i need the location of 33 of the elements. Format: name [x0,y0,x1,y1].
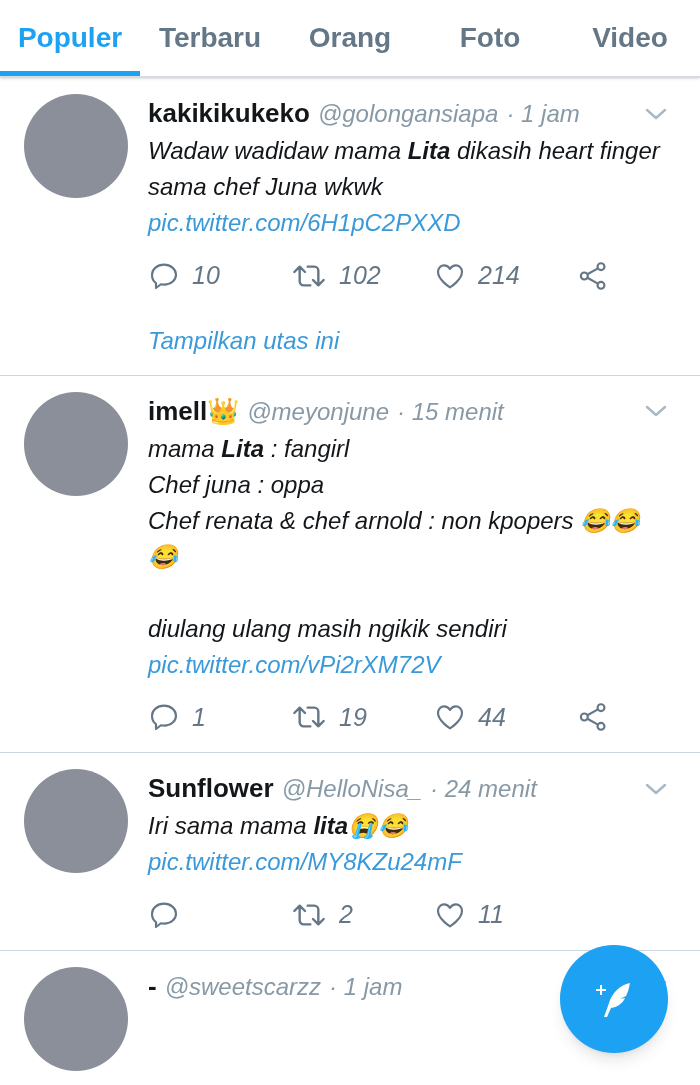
show-thread-link[interactable]: Tampilkan utas ini [148,322,668,359]
user-name[interactable]: - [148,966,157,1006]
user-name[interactable]: kakikikukeko [148,94,310,133]
tab[interactable]: Populer [0,0,140,76]
like-count: 44 [478,701,506,733]
user-handle[interactable]: @sweetscarzz [164,968,322,1005]
timestamp: · 1 jam [506,99,580,129]
like-count: 11 [478,899,504,930]
user-handle[interactable]: @meyonjune [247,393,390,430]
timestamp: · 1 jam [329,971,403,1002]
like-count: 214 [478,260,520,291]
retweet-count: 19 [339,701,367,733]
tweet-text: mama Lita : fangirl Chef juna : oppa Chef renata & chef arnold : non kpopers 😂😂😂 [148,433,642,572]
reply-count: 1 [192,701,206,733]
user-handle[interactable]: @golongansiapa [317,96,499,132]
timestamp: · 24 menit [430,774,537,804]
tab[interactable]: Foto [420,0,560,76]
tab[interactable]: Orang [280,0,420,76]
link[interactable]: pic.twitter.com/6H1pC2PXXD [148,209,461,236]
tab[interactable]: Terbaru [140,0,280,76]
tweet-text: diulang ulang masih ngikik sendiri pic.twitter.com/vPi2rXM72V [148,613,509,680]
retweet-count: 102 [339,260,381,291]
user-name[interactable]: Sunflower [148,769,274,808]
user-name[interactable]: imell👑 [148,391,240,431]
tab[interactable]: Video [560,0,700,76]
retweet-count: 2 [339,899,353,930]
tweet-text: Wadaw wadidaw mama Lita dikasih heart finger sama chef Juna wkwk pic.twitter.com/6H1pC2PXXD [148,136,662,238]
link[interactable]: pic.twitter.com/MY8KZu24mF [148,848,462,875]
user-handle[interactable]: @HelloNisa_ [281,771,423,807]
tweet-text: Iri sama mama lita😭😂 pic.twitter.com/MY8KZu24mF [148,811,464,877]
reply-count: 10 [192,260,220,291]
timestamp: · 15 menit [397,396,504,427]
link[interactable]: pic.twitter.com/vPi2rXM72V [148,650,441,678]
